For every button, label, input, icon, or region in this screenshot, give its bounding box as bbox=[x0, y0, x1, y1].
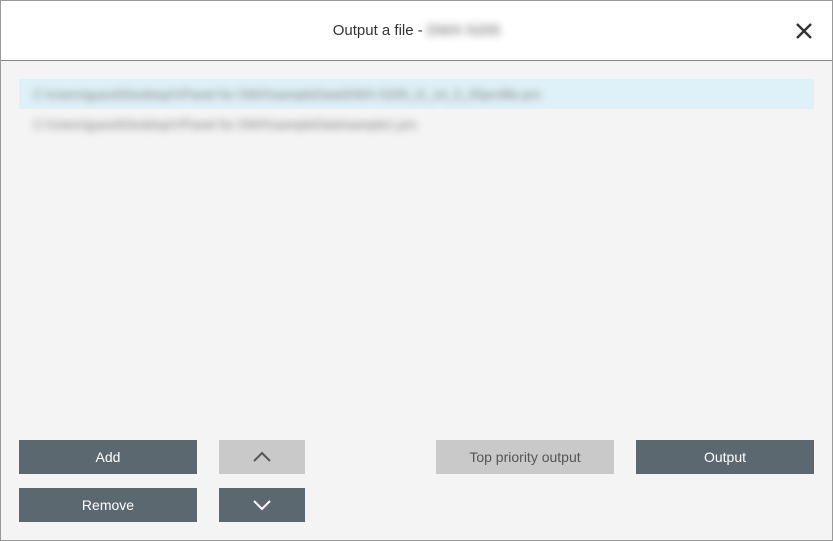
output-file-dialog: Output a file - DWX-5205 C:\Users\guest\… bbox=[0, 0, 833, 541]
col-add-remove: Add Remove bbox=[19, 440, 197, 522]
file-list[interactable]: C:\Users\guest\Desktop\VPanel for DWX\sa… bbox=[19, 79, 814, 139]
title-prefix: Output a file - bbox=[333, 22, 427, 39]
chevron-down-icon bbox=[251, 498, 273, 512]
col-output: Output bbox=[636, 440, 814, 522]
list-item[interactable]: C:\Users\guest\Desktop\VPanel for DWX\sa… bbox=[19, 109, 814, 139]
move-up-button[interactable] bbox=[219, 440, 305, 474]
chevron-up-icon bbox=[251, 450, 273, 464]
close-icon bbox=[794, 21, 814, 41]
col-reorder bbox=[219, 440, 305, 522]
remove-button[interactable]: Remove bbox=[19, 488, 197, 522]
titlebar: Output a file - DWX-5205 bbox=[1, 1, 832, 61]
col-top-priority: Top priority output bbox=[436, 440, 614, 522]
close-button[interactable] bbox=[790, 17, 818, 45]
top-priority-button[interactable]: Top priority output bbox=[436, 440, 614, 474]
output-button[interactable]: Output bbox=[636, 440, 814, 474]
dialog-title: Output a file - DWX-5205 bbox=[333, 22, 501, 39]
list-item-path: C:\Users\guest\Desktop\VPanel for DWX\sa… bbox=[33, 87, 541, 102]
file-list-area: C:\Users\guest\Desktop\VPanel for DWX\sa… bbox=[1, 61, 832, 424]
spacer bbox=[327, 440, 414, 522]
move-down-button[interactable] bbox=[219, 488, 305, 522]
title-suffix: DWX-5205 bbox=[427, 22, 500, 39]
dialog-body: C:\Users\guest\Desktop\VPanel for DWX\sa… bbox=[1, 61, 832, 540]
list-item-path: C:\Users\guest\Desktop\VPanel for DWX\sa… bbox=[33, 117, 417, 132]
add-button[interactable]: Add bbox=[19, 440, 197, 474]
footer-buttons: Add Remove Top priority output bbox=[1, 424, 832, 540]
list-item[interactable]: C:\Users\guest\Desktop\VPanel for DWX\sa… bbox=[19, 79, 814, 109]
